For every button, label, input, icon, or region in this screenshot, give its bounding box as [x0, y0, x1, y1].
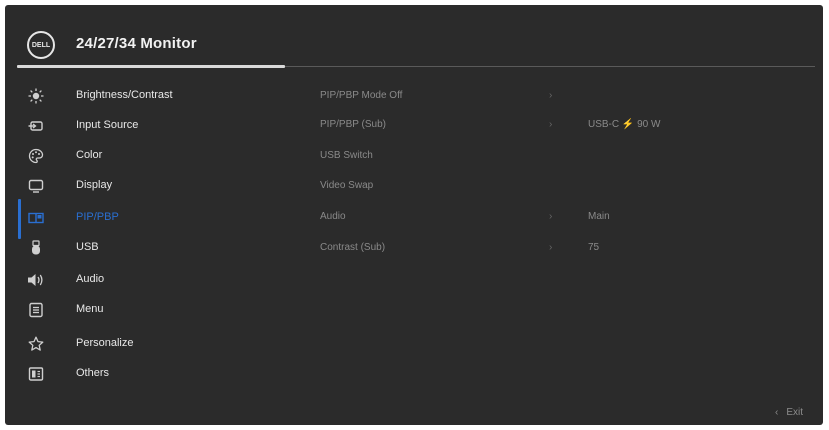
menu-item-input-source[interactable]: Input Source — [5, 111, 305, 141]
menu-item-others[interactable]: Others — [5, 359, 305, 389]
dell-logo: DELL — [27, 31, 55, 59]
menu-item-label: Audio — [76, 273, 105, 285]
menu-item-label: Display — [76, 179, 113, 191]
menu-item-label: Input Source — [76, 119, 139, 131]
chevron-right-icon: › — [549, 90, 553, 101]
menu-item-label: USB — [76, 241, 99, 253]
osd-window: DELL 24/27/34 Monitor Brightness/Contras… — [5, 5, 823, 425]
display-icon — [27, 177, 45, 195]
star-icon — [27, 335, 45, 353]
menu-item-label: Brightness/Contrast — [76, 89, 173, 101]
menu-item-label: PIP/PBP — [76, 211, 119, 223]
osd-header: DELL 24/27/34 Monitor — [5, 5, 823, 68]
color-icon — [27, 147, 45, 165]
submenu-row-value: USB-C ⚡ 90 W — [588, 119, 661, 130]
chevron-right-icon: › — [549, 211, 553, 222]
submenu-row-label: Audio — [320, 211, 346, 222]
others-icon — [27, 365, 45, 383]
audio-icon — [27, 271, 45, 289]
menu-item-label: Personalize — [76, 337, 134, 349]
pip-pbp-icon — [27, 209, 45, 227]
menu-item-audio[interactable]: Audio — [5, 265, 305, 295]
menu-item-display[interactable]: Display — [5, 171, 305, 201]
submenu-row-label: Video Swap — [320, 180, 374, 191]
exit-button[interactable]: ‹ Exit — [775, 407, 803, 418]
submenu-row-value: 75 — [588, 242, 600, 253]
menu-item-usb[interactable]: USB — [5, 233, 305, 263]
menu-item-color[interactable]: Color — [5, 141, 305, 171]
chevron-right-icon: › — [549, 119, 553, 130]
menu-item-label: Color — [76, 149, 103, 161]
submenu-row-label: PIP/PBP Mode Off — [320, 90, 403, 101]
menu-icon — [27, 301, 45, 319]
menu-item-label: Others — [76, 367, 110, 379]
submenu-row-label: PIP/PBP (Sub) — [320, 119, 386, 130]
submenu-row-label: USB Switch — [320, 150, 373, 161]
menu-item-pip-pbp[interactable]: PIP/PBP — [5, 203, 305, 233]
header-accent-bar — [17, 65, 285, 68]
submenu-row-value: Main — [588, 211, 610, 222]
usb-icon — [27, 239, 45, 257]
submenu-row-label: Contrast (Sub) — [320, 242, 386, 253]
chevron-right-icon: › — [549, 242, 553, 253]
brightness-icon — [27, 87, 45, 105]
menu-item-personalize[interactable]: Personalize — [5, 329, 305, 359]
exit-label: Exit — [786, 407, 804, 418]
menu-item-menu[interactable]: Menu — [5, 295, 305, 325]
menu-item-label: Menu — [76, 303, 104, 315]
osd-title: 24/27/34 Monitor — [76, 35, 197, 52]
chevron-left-icon: ‹ — [775, 407, 779, 418]
input-source-icon — [27, 117, 45, 135]
menu-item-brightness-contrast[interactable]: Brightness/Contrast — [5, 81, 305, 111]
